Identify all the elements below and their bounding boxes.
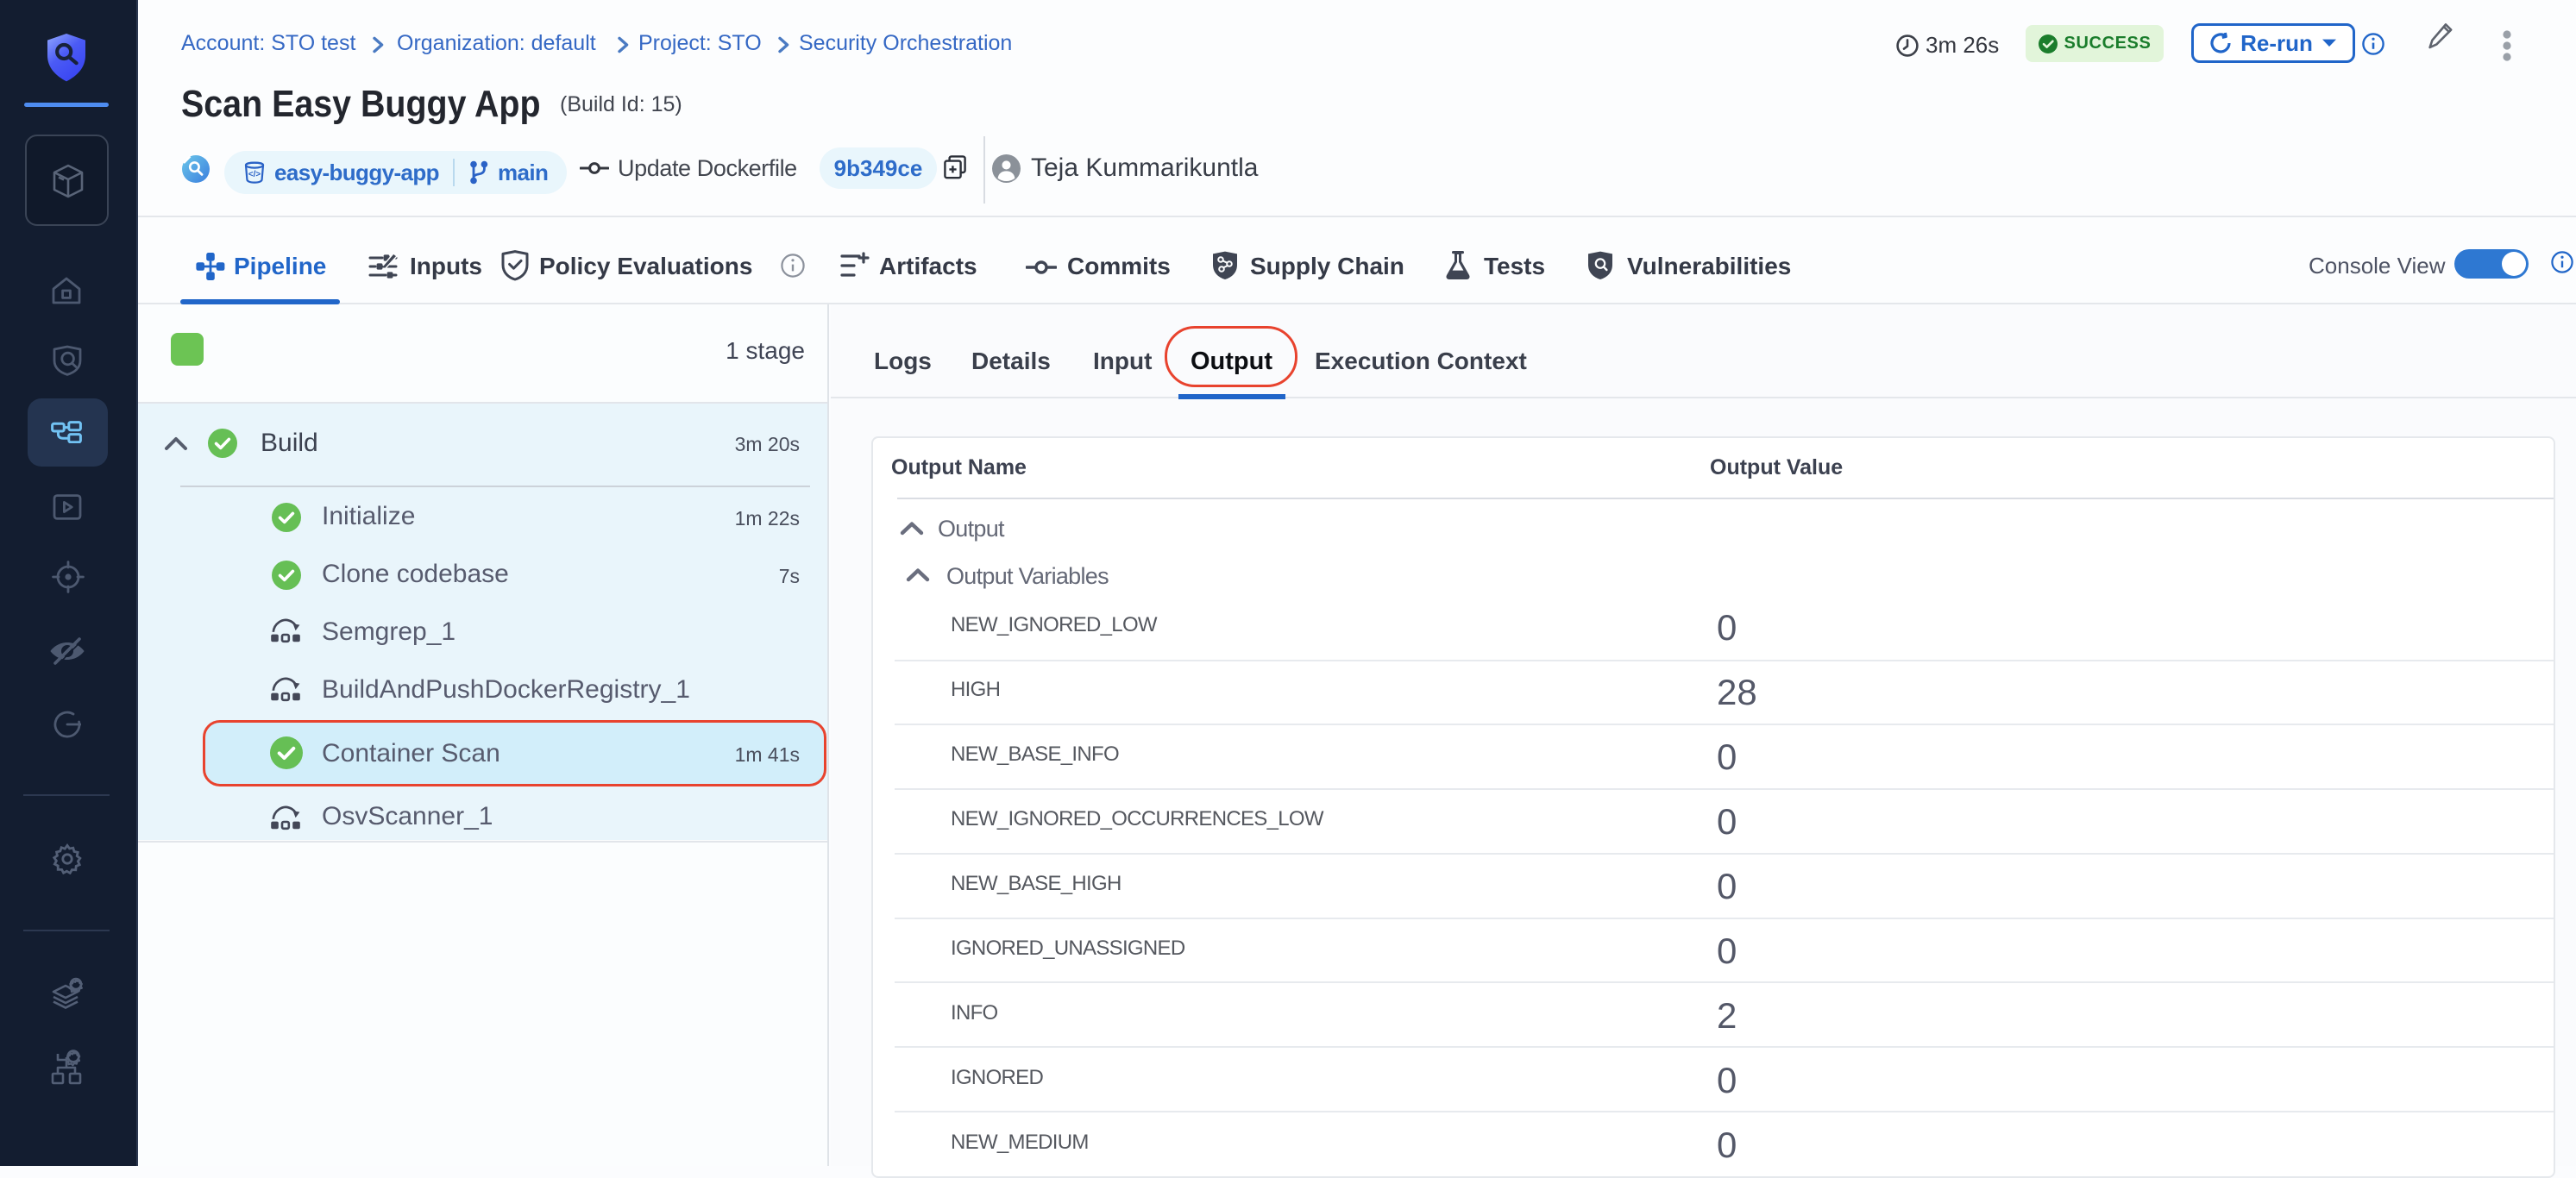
- svg-text:</>: </>: [248, 170, 261, 179]
